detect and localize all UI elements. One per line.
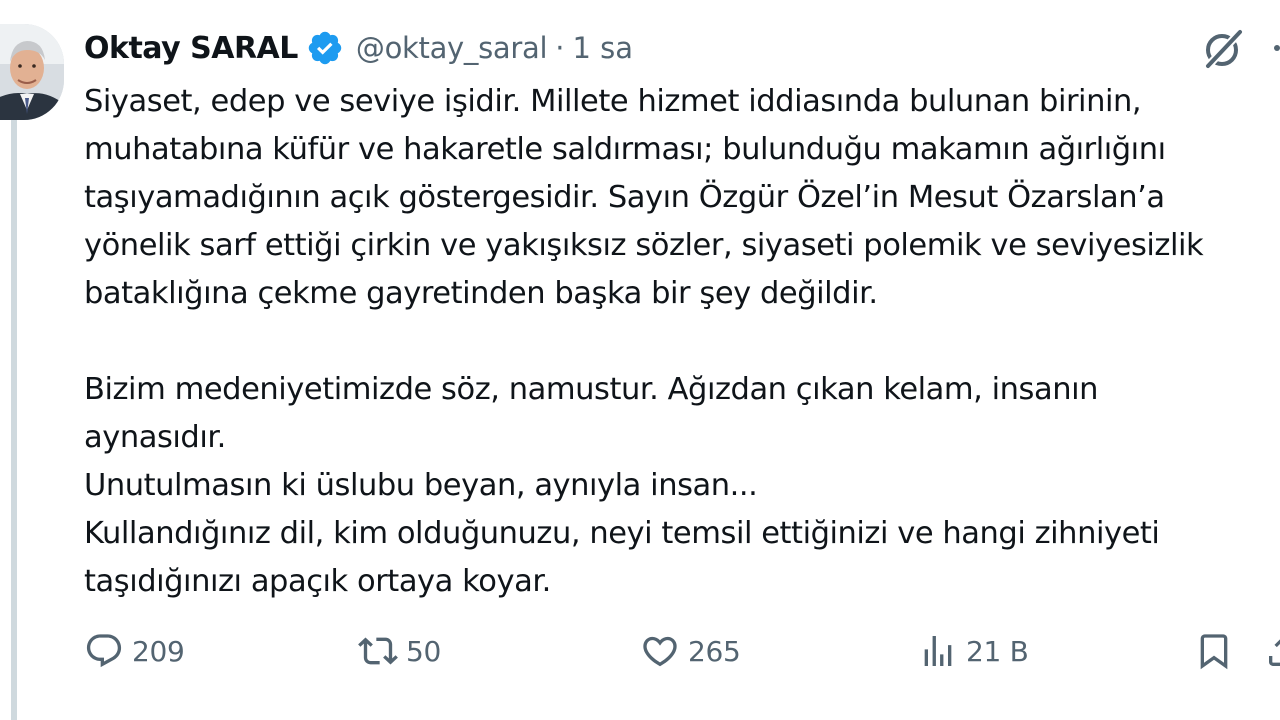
heart-icon xyxy=(643,636,677,667)
post-timestamp[interactable]: 1 sa xyxy=(572,31,633,65)
views-button[interactable]: 21 B xyxy=(918,626,1029,676)
views-icon xyxy=(924,636,952,666)
post-header: Oktay SARAL @oktay_saral · 1 sa xyxy=(84,26,633,70)
verified-badge-icon[interactable] xyxy=(306,29,344,67)
post-line: Siyaset, edep ve seviye işidir. Millete … xyxy=(84,84,1142,119)
post-line: Bizim medeniyetimizde söz, namustur. Ağı… xyxy=(84,372,1099,407)
post-line: taşıdığınızı apaçık ortaya koyar. xyxy=(84,564,551,599)
post-line: taşıyamadığının açık göstergesidir. Sayı… xyxy=(84,180,1165,215)
reply-icon xyxy=(86,634,122,668)
reply-button[interactable]: 209 xyxy=(84,626,185,676)
post-line: yönelik sarf ettiği çirkin ve yakışıksız… xyxy=(84,228,1204,263)
retweet-icon xyxy=(358,637,398,665)
author-name[interactable]: Oktay SARAL xyxy=(84,31,298,66)
post-line: muhatabına küfür ve hakaretle saldırması… xyxy=(84,132,1166,167)
avatar-image xyxy=(0,24,64,120)
more-icon[interactable] xyxy=(1262,28,1280,72)
post-text: Siyaset, edep ve seviye işidir. Millete … xyxy=(84,78,1280,606)
separator-dot: · xyxy=(555,31,565,65)
post-line: Kullandığınız dil, kim olduğunuzu, neyi … xyxy=(84,516,1160,551)
reply-count: 209 xyxy=(132,634,185,668)
like-count: 265 xyxy=(688,634,741,668)
avatar[interactable] xyxy=(0,24,64,120)
grok-icon[interactable] xyxy=(1198,24,1248,74)
views-count: 21 B xyxy=(966,634,1029,668)
share-button[interactable] xyxy=(1264,626,1280,676)
post-line: bataklığına çekme gayretinden başka bir … xyxy=(84,276,878,311)
author-handle[interactable]: @oktay_saral xyxy=(356,31,548,65)
bookmark-icon xyxy=(1200,634,1228,670)
post-line: Unutulmasın ki üslubu beyan, aynıyla ins… xyxy=(84,468,758,503)
like-button[interactable]: 265 xyxy=(640,626,741,676)
retweet-count: 50 xyxy=(406,634,442,668)
thread-line xyxy=(11,120,17,720)
action-bar: 209 50 265 21 B xyxy=(84,626,1280,676)
share-icon xyxy=(1269,639,1280,666)
retweet-button[interactable]: 50 xyxy=(358,626,441,676)
bookmark-button[interactable] xyxy=(1194,626,1234,676)
post-line: aynasıdır. xyxy=(84,420,226,455)
